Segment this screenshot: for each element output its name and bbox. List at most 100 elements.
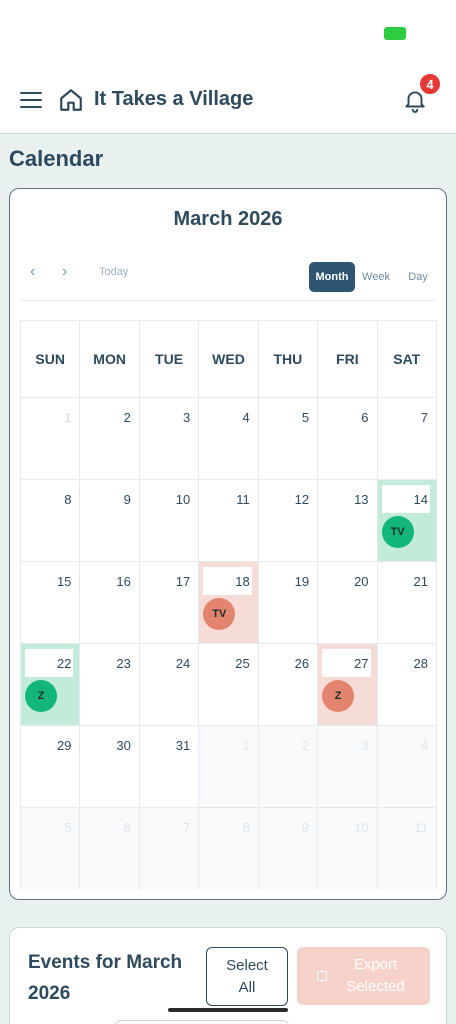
day-number: 12 — [294, 492, 310, 507]
view-month-button[interactable]: Month — [309, 262, 355, 292]
battery-icon — [384, 27, 406, 40]
day-number: 1 — [242, 738, 250, 753]
event-avatar[interactable]: TV — [381, 516, 414, 548]
weekday-header: TUE — [140, 321, 200, 397]
day-cell[interactable]: 9 — [80, 480, 140, 561]
day-cell[interactable]: 24 — [140, 644, 200, 725]
day-number: 28 — [413, 656, 428, 671]
select-all-button[interactable]: Select All — [206, 947, 288, 1006]
home-icon[interactable] — [58, 87, 84, 113]
calendar-icon — [316, 971, 327, 981]
export-selected-label: Export Selected — [346, 956, 405, 995]
day-number: 11 — [414, 820, 428, 835]
week-row: 8 9 10 11 12 13 14 TV — [21, 480, 436, 562]
day-number: 4 — [242, 410, 250, 425]
day-cell[interactable]: 25 — [199, 644, 259, 725]
day-cell[interactable]: 1 — [199, 726, 259, 807]
calendar-grid: SUN MON TUE WED THU FRI SAT 1 2 3 4 5 6 7 8 9 10 11 12 13 1… — [20, 320, 437, 890]
day-cell[interactable]: 20 — [318, 562, 378, 643]
day-number: 20 — [354, 574, 369, 589]
day-cell[interactable]: 8 — [21, 480, 81, 561]
day-cell[interactable]: 3 — [140, 398, 200, 479]
toolbar-divider — [20, 300, 436, 301]
day-number: 29 — [56, 738, 72, 753]
event-avatar[interactable]: TV — [203, 598, 236, 630]
day-number: 8 — [64, 492, 72, 507]
week-row: 1 2 3 4 5 6 7 — [21, 398, 436, 480]
day-cell[interactable]: 21 — [378, 562, 436, 643]
day-cell[interactable]: 14 TV — [377, 480, 436, 561]
day-cell[interactable]: 29 — [21, 726, 81, 807]
day-cell[interactable]: 4 — [199, 398, 259, 479]
event-avatar[interactable]: Z — [322, 680, 355, 712]
day-number: 19 — [294, 574, 310, 589]
day-cell[interactable]: 10 — [318, 808, 378, 890]
day-cell[interactable]: 7 — [139, 808, 200, 890]
day-cell[interactable]: 7 — [378, 398, 436, 479]
day-cell[interactable]: 28 — [378, 644, 436, 725]
day-number: 5 — [64, 820, 72, 835]
day-cell[interactable]: 19 — [259, 562, 319, 643]
day-number: 13 — [354, 492, 369, 507]
day-cell[interactable]: 17 — [140, 562, 200, 643]
day-cell[interactable]: 1 — [21, 398, 81, 479]
day-cell[interactable]: 12 — [259, 480, 319, 561]
partial-button[interactable] — [114, 1020, 290, 1024]
day-cell[interactable]: 2 — [258, 726, 319, 807]
day-cell[interactable]: 3 — [318, 726, 378, 807]
day-cell[interactable]: 9 — [258, 808, 319, 890]
export-selected-button[interactable]: Export Selected — [297, 947, 430, 1005]
day-number: 23 — [116, 656, 131, 671]
day-number: 26 — [294, 656, 310, 671]
page-title: Calendar — [9, 146, 104, 171]
day-cell[interactable]: 6 — [80, 808, 140, 890]
day-cell[interactable]: 30 — [80, 726, 140, 807]
weekday-header-row: SUN MON TUE WED THU FRI SAT — [21, 321, 436, 398]
day-cell[interactable]: 8 — [199, 808, 259, 890]
notifications-button[interactable]: 4 — [402, 72, 442, 114]
weekday-header: SAT — [393, 351, 421, 367]
day-number: 3 — [361, 738, 369, 753]
week-row: 5 6 7 8 9 10 11 — [21, 808, 436, 890]
day-cell[interactable]: 5 — [259, 398, 319, 479]
day-number: 17 — [175, 574, 191, 589]
week-row: 22 Z 23 24 25 26 27 Z 28 — [21, 644, 436, 726]
prev-month-button[interactable]: ‹ — [30, 263, 35, 281]
day-cell[interactable]: 13 — [318, 480, 378, 561]
day-number: 10 — [175, 492, 191, 507]
day-cell[interactable]: 16 — [80, 562, 140, 643]
day-cell[interactable]: 15 — [21, 562, 81, 643]
day-cell[interactable]: 27 Z — [318, 644, 378, 725]
day-number: 7 — [420, 410, 428, 425]
view-day-button[interactable]: Day — [403, 262, 433, 292]
day-cell[interactable]: 6 — [318, 398, 378, 479]
day-number: 2 — [123, 410, 131, 425]
event-avatar[interactable]: Z — [25, 680, 57, 712]
day-cell[interactable]: 26 — [259, 644, 319, 725]
view-week-button[interactable]: Week — [359, 262, 393, 292]
today-button[interactable]: Today — [99, 266, 128, 278]
next-month-button[interactable]: › — [62, 263, 67, 281]
day-number: 3 — [183, 410, 191, 425]
day-cell[interactable]: 31 — [140, 726, 200, 807]
weekday-header: SUN — [21, 321, 81, 397]
day-cell[interactable]: 22 Z — [21, 644, 81, 725]
menu-icon[interactable] — [20, 91, 42, 108]
select-all-label: Select All — [226, 956, 268, 996]
day-cell[interactable]: 11 — [377, 808, 436, 890]
app-title: It Takes a Village — [94, 88, 254, 110]
home-indicator — [168, 1008, 288, 1012]
day-cell[interactable]: 23 — [80, 644, 140, 725]
weekday-header: FRI — [318, 321, 378, 397]
day-number: 7 — [183, 820, 191, 835]
weekday-header: WED — [199, 321, 259, 397]
notification-badge: 4 — [418, 72, 442, 96]
day-cell[interactable]: 4 — [377, 726, 436, 807]
day-cell[interactable]: 18 TV — [199, 562, 259, 643]
day-cell[interactable]: 10 — [140, 480, 200, 561]
day-number: 24 — [175, 656, 191, 671]
day-cell[interactable]: 5 — [21, 808, 81, 890]
day-number: 8 — [242, 820, 250, 835]
day-cell[interactable]: 11 — [199, 480, 259, 561]
day-cell[interactable]: 2 — [80, 398, 140, 479]
